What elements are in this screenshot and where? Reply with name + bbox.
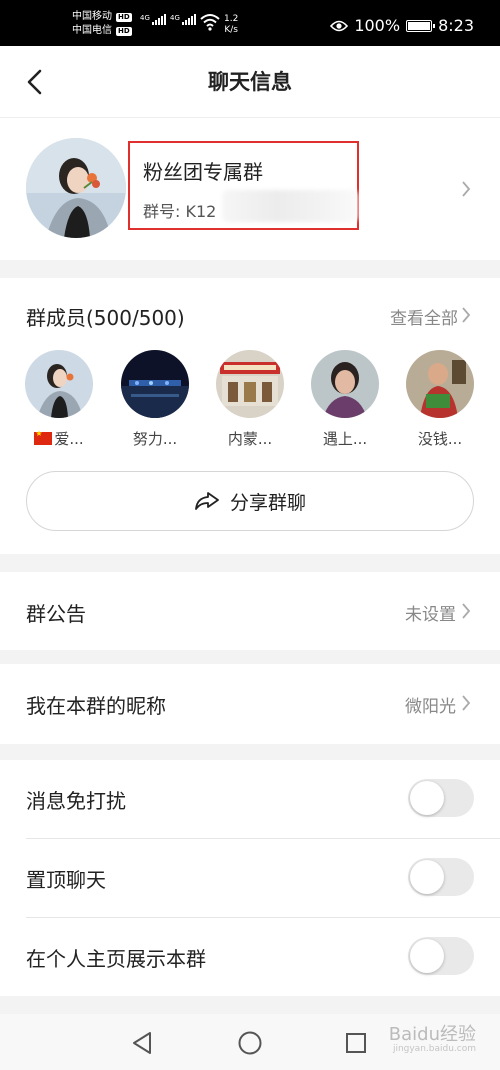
chevron-right-icon [462, 307, 471, 323]
system-nav-bar: Baidu经验 jingyan.baidu.com [0, 1014, 500, 1070]
toggle-label: 消息免打扰 [26, 789, 126, 813]
member-name: 爱... [54, 430, 84, 448]
page-title: 聊天信息 [208, 70, 292, 94]
member-item[interactable]: 努力... [110, 350, 200, 449]
member-item[interactable]: 遇上... [300, 350, 390, 449]
settings-toggles: 消息免打扰 置顶聊天 在个人主页展示本群 [0, 760, 500, 996]
group-name: 粉丝团专属群 [143, 160, 263, 184]
show-on-profile-row: 在个人主页展示本群 [0, 918, 500, 996]
member-avatar [121, 350, 189, 418]
nickname-value: 微阳光 [405, 697, 456, 717]
members-title: 群成员(500/500) [26, 306, 185, 330]
wifi-icon [200, 14, 220, 31]
member-item[interactable]: 爱... [14, 350, 104, 449]
status-bar: 中国移动 HD 中国电信 HD 4G 4G 1.2 K/s 100% 8:23 [0, 0, 500, 46]
network-speed: 1.2 K/s [224, 14, 239, 35]
toggle-label: 在个人主页展示本群 [26, 947, 206, 971]
group-info-card[interactable]: 粉丝团专属群 群号: K12 [0, 118, 500, 260]
clock: 8:23 [438, 16, 474, 35]
chevron-right-icon [462, 603, 471, 619]
member-name: 没钱... [417, 430, 463, 448]
member-item[interactable]: 没钱... [395, 350, 485, 449]
nickname-label: 我在本群的昵称 [26, 694, 166, 718]
signal-icon: 4G [140, 14, 166, 25]
mute-row: 消息免打扰 [0, 760, 500, 838]
share-group-button[interactable]: 分享群聊 [26, 471, 474, 531]
baidu-watermark: Baidu经验 jingyan.baidu.com [388, 1024, 476, 1054]
member-item[interactable]: 内蒙... [205, 350, 295, 449]
signal-icon: 4G [170, 14, 196, 25]
share-label: 分享群聊 [229, 491, 306, 514]
pin-toggle[interactable] [408, 858, 474, 896]
member-avatar [311, 350, 379, 418]
show-on-profile-toggle[interactable] [408, 937, 474, 975]
battery-icon [406, 19, 436, 32]
see-all-link[interactable]: 查看全部 [390, 304, 458, 329]
hd-badge: HD [116, 12, 132, 22]
mute-toggle[interactable] [408, 779, 474, 817]
nav-home-icon[interactable] [237, 1030, 263, 1056]
nav-back-icon[interactable] [130, 1030, 154, 1056]
group-avatar[interactable] [26, 138, 126, 238]
chevron-right-icon [462, 695, 471, 711]
nav-recent-icon[interactable] [344, 1030, 368, 1056]
china-flag-icon [34, 429, 53, 445]
members-section: 群成员(500/500) 查看全部 爱... [0, 278, 500, 554]
member-avatar [406, 350, 474, 418]
member-avatar [216, 350, 284, 418]
group-notice-row[interactable]: 群公告 未设置 [0, 572, 500, 650]
nav-header: 聊天信息 [0, 46, 500, 118]
toggle-label: 置顶聊天 [26, 868, 106, 892]
notice-label: 群公告 [26, 602, 86, 626]
carrier-1: 中国移动 [72, 11, 112, 22]
group-nickname-row[interactable]: 我在本群的昵称 微阳光 [0, 664, 500, 744]
chevron-right-icon [462, 181, 471, 197]
pin-row: 置顶聊天 [0, 839, 500, 917]
member-name: 努力... [132, 430, 178, 448]
blurred-region [222, 190, 358, 222]
member-name: 遇上... [322, 430, 368, 448]
eye-comfort-icon [330, 20, 349, 31]
group-id: 群号: K12 [143, 202, 217, 221]
hd-badge: HD [116, 26, 132, 36]
carrier-2: 中国电信 [72, 25, 112, 36]
carrier-info: 中国移动 HD 中国电信 HD [72, 10, 132, 38]
member-avatar [25, 350, 93, 418]
share-icon [195, 492, 219, 510]
battery-percent: 100% [354, 16, 401, 35]
member-name: 内蒙... [227, 430, 273, 448]
notice-value: 未设置 [405, 605, 456, 625]
